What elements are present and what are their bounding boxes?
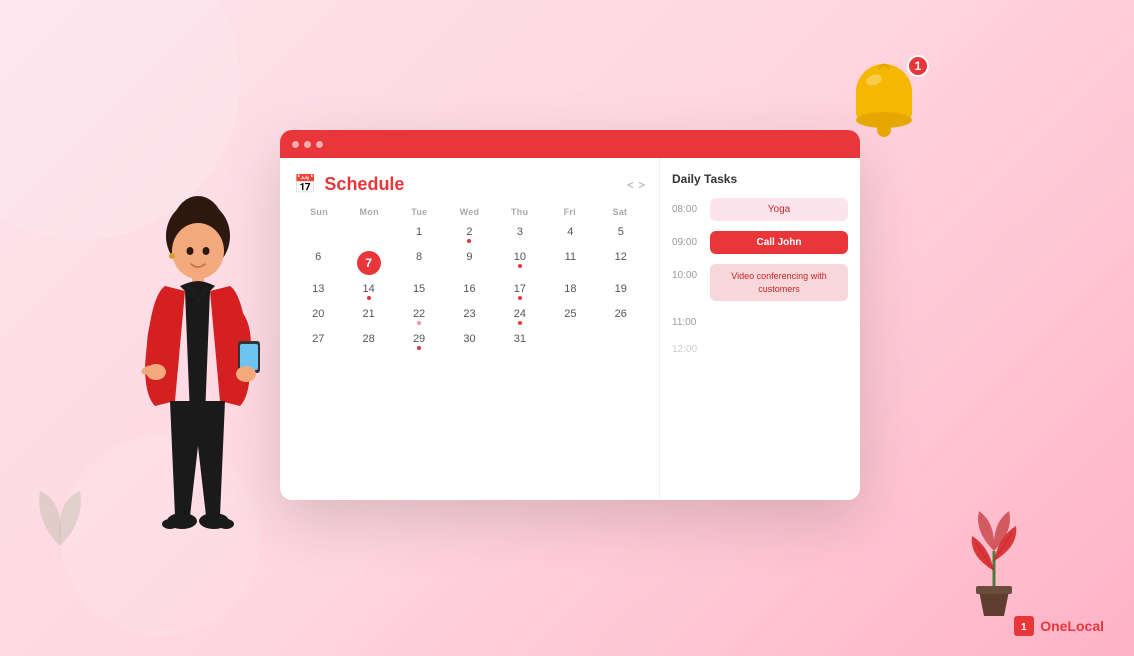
browser-titlebar: [280, 130, 860, 158]
cal-day-2[interactable]: 2: [445, 223, 493, 246]
prev-month-button[interactable]: <: [627, 178, 634, 192]
days-grid: 1 2 3 4 5 6 7 8 9 10 11 12 13 14 15: [294, 223, 645, 353]
cal-day-empty-1: [294, 223, 342, 246]
onelocal-logo: 1 OneLocal: [1014, 616, 1104, 636]
task-time-1000: 10:00: [672, 264, 702, 281]
cal-day-28[interactable]: 28: [344, 330, 392, 353]
weekdays-row: Sun Mon Tue Wed Thu Fri Sat: [294, 207, 645, 217]
calendar-title-text: Schedule: [324, 174, 404, 195]
window-dot-3: [316, 141, 323, 148]
weekday-fri: Fri: [545, 207, 595, 217]
svg-text:1: 1: [1021, 622, 1027, 633]
weekday-sun: Sun: [294, 207, 344, 217]
logo-icon: 1: [1014, 616, 1034, 636]
cal-day-19[interactable]: 19: [597, 280, 645, 303]
cal-day-17[interactable]: 17: [496, 280, 544, 303]
cal-day-7-today[interactable]: 7: [344, 248, 392, 278]
calendar-header: 📅 Schedule < >: [294, 174, 645, 195]
cal-day-empty-2: [344, 223, 392, 246]
cal-day-6[interactable]: 6: [294, 248, 342, 278]
weekday-sat: Sat: [595, 207, 645, 217]
calendar-section: 📅 Schedule < > Sun Mon Tue Wed Thu Fri S…: [280, 158, 660, 500]
person-svg: [110, 186, 285, 606]
next-month-button[interactable]: >: [638, 178, 645, 192]
cal-day-12[interactable]: 12: [597, 248, 645, 278]
weekday-wed: Wed: [444, 207, 494, 217]
cal-day-1[interactable]: 1: [395, 223, 443, 246]
calendar-icon: 📅: [294, 174, 316, 195]
weekday-mon: Mon: [344, 207, 394, 217]
cal-day-20[interactable]: 20: [294, 305, 342, 328]
cal-day-29[interactable]: 29: [395, 330, 443, 353]
task-row-yoga: 08:00 Yoga: [672, 198, 848, 221]
cal-day-4[interactable]: 4: [546, 223, 594, 246]
window-dot-1: [292, 141, 299, 148]
cal-day-31[interactable]: 31: [496, 330, 544, 353]
task-time-1200: 12:00: [672, 338, 702, 355]
task-time-1100: 11:00: [672, 311, 702, 328]
cal-day-11[interactable]: 11: [546, 248, 594, 278]
cal-day-23[interactable]: 23: [445, 305, 493, 328]
task-row-video-conf: 10:00 Video conferencing with customers: [672, 264, 848, 301]
cal-day-9[interactable]: 9: [445, 248, 493, 278]
task-card-video-conf[interactable]: Video conferencing with customers: [710, 264, 848, 301]
task-row-1200: 12:00: [672, 338, 848, 355]
person-illustration: [110, 186, 270, 606]
cal-day-16[interactable]: 16: [445, 280, 493, 303]
cal-day-21[interactable]: 21: [344, 305, 392, 328]
task-card-call-john[interactable]: Call John: [710, 231, 848, 254]
cal-day-15[interactable]: 15: [395, 280, 443, 303]
notification-bell-container[interactable]: 1: [844, 60, 924, 155]
browser-content: 📅 Schedule < > Sun Mon Tue Wed Thu Fri S…: [280, 158, 860, 500]
task-card-yoga[interactable]: Yoga: [710, 198, 848, 221]
cal-day-8[interactable]: 8: [395, 248, 443, 278]
cal-day-22[interactable]: 22: [395, 305, 443, 328]
tasks-section: Daily Tasks 08:00 Yoga 09:00 Call John 1…: [660, 158, 860, 500]
leaf-left-decoration: [30, 471, 90, 556]
cal-day-14[interactable]: 14: [344, 280, 392, 303]
cal-day-24[interactable]: 24: [496, 305, 544, 328]
plant-svg: [954, 501, 1034, 621]
task-row-1100: 11:00: [672, 311, 848, 328]
cal-day-27[interactable]: 27: [294, 330, 342, 353]
logo-text: OneLocal: [1040, 618, 1104, 634]
cal-day-5[interactable]: 5: [597, 223, 645, 246]
calendar-grid: Sun Mon Tue Wed Thu Fri Sat 1 2 3 4 5: [294, 207, 645, 353]
calendar-nav[interactable]: < >: [627, 178, 645, 192]
cal-day-18[interactable]: 18: [546, 280, 594, 303]
plant-decoration: [954, 501, 1034, 626]
task-time-0900: 09:00: [672, 231, 702, 248]
cal-day-10[interactable]: 10: [496, 248, 544, 278]
weekday-thu: Thu: [495, 207, 545, 217]
weekday-tue: Tue: [394, 207, 444, 217]
calendar-title: 📅 Schedule: [294, 174, 404, 195]
tasks-section-title: Daily Tasks: [672, 172, 848, 186]
cal-day-13[interactable]: 13: [294, 280, 342, 303]
cal-day-25[interactable]: 25: [546, 305, 594, 328]
window-dot-2: [304, 141, 311, 148]
task-time-0800: 08:00: [672, 198, 702, 215]
notification-badge: 1: [907, 55, 929, 77]
cal-day-30[interactable]: 30: [445, 330, 493, 353]
browser-window: 📅 Schedule < > Sun Mon Tue Wed Thu Fri S…: [280, 130, 860, 500]
cal-day-3[interactable]: 3: [496, 223, 544, 246]
task-row-call-john: 09:00 Call John: [672, 231, 848, 254]
cal-day-26[interactable]: 26: [597, 305, 645, 328]
